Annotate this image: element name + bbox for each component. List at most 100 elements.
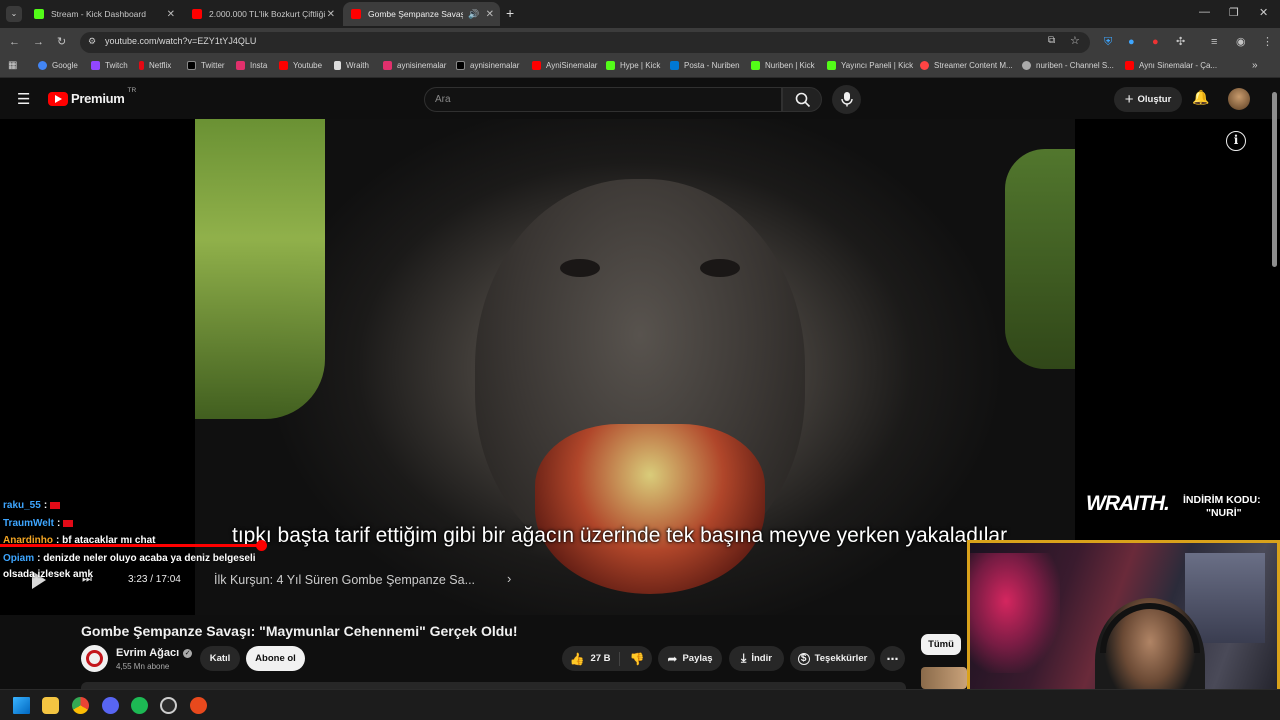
chapter-title[interactable]: İlk Kurşun: 4 Yıl Süren Gombe Şempanze S… <box>214 573 475 587</box>
close-tab-icon[interactable]: ✕ <box>167 9 175 20</box>
windows-start-icon[interactable] <box>13 697 30 714</box>
bookmark-twitch[interactable]: Twitch <box>91 61 128 70</box>
extension-shield-icon[interactable]: ⛨ <box>1104 35 1112 49</box>
youtube-icon <box>532 61 541 70</box>
back-icon[interactable]: ← <box>9 35 20 49</box>
region-code: TR <box>127 87 137 94</box>
bookmark-aynisinemalar-x[interactable]: aynisinemalar <box>456 61 519 70</box>
chat-message: Anardinho: bf atacaklar mı chat <box>3 535 156 546</box>
browser-menu-icon[interactable]: ⋮ <box>1262 35 1273 49</box>
discord-icon[interactable] <box>102 697 119 714</box>
bookmark-ayni-sinemalar-channel[interactable]: Aynı Sinemalar - Ça... <box>1125 61 1217 70</box>
minimize-icon[interactable]: — <box>1199 6 1210 18</box>
youtube-header: ☰ Premium TR Ara + Oluştur 🔔 <box>0 79 1280 119</box>
channel-avatar[interactable] <box>81 645 108 672</box>
more-actions-button[interactable]: ⋯ <box>880 646 905 671</box>
more-bookmarks-icon[interactable]: » <box>1252 60 1258 71</box>
profile-icon[interactable]: ◉ <box>1236 35 1246 49</box>
bookmark-nuriben-channel[interactable]: nuriben - Channel S... <box>1022 61 1114 70</box>
bookmark-star-icon[interactable]: ☆ <box>1070 34 1080 47</box>
chimp-eye-left <box>560 259 600 277</box>
tab-kick-dashboard[interactable]: Stream - Kick Dashboard ✕ <box>26 2 181 26</box>
chat-message: olsada izlesek amk <box>3 569 93 580</box>
reload-icon[interactable]: ↻ <box>57 35 66 49</box>
close-tab-icon[interactable]: ✕ <box>327 9 335 20</box>
chrome-icon[interactable] <box>72 697 89 714</box>
new-tab-button[interactable]: + <box>506 5 514 21</box>
close-tab-icon[interactable]: ✕ <box>486 9 494 20</box>
bookmark-hype-kick[interactable]: Hype | Kick <box>606 61 660 70</box>
search-button[interactable] <box>782 87 822 112</box>
info-icon[interactable]: i <box>1226 131 1246 151</box>
channel-name-row[interactable]: Evrim Ağacı ✓ <box>116 647 193 659</box>
forward-icon[interactable]: → <box>33 35 44 49</box>
chapter-chevron-icon[interactable]: › <box>507 571 511 586</box>
search-placeholder: Ara <box>435 94 451 105</box>
extension-red-icon[interactable]: ● <box>1152 35 1159 49</box>
webcam-neon-light <box>970 553 1060 673</box>
bookmark-twitter[interactable]: Twitter <box>187 61 225 70</box>
subscriber-count: 4,55 Mn abone <box>116 662 170 671</box>
audio-playing-icon[interactable]: 🔊 <box>468 9 479 20</box>
kick-icon <box>606 61 615 70</box>
apps-grid-icon[interactable]: ▦ <box>8 60 17 71</box>
bookmark-nuriben-kick[interactable]: Nuriben | Kick <box>751 61 815 70</box>
bookmark-insta[interactable]: Insta <box>236 61 267 70</box>
app-orange-icon[interactable] <box>190 697 207 714</box>
join-button[interactable]: Katıl <box>200 646 240 671</box>
recommended-thumbnail[interactable] <box>921 667 967 689</box>
site-info-icon[interactable]: ⚙ <box>88 36 96 47</box>
like-button[interactable]: 👍 27 B <box>570 651 620 666</box>
sponsor-code-line2: "NURİ" <box>1206 507 1242 519</box>
restore-icon[interactable]: ❐ <box>1229 6 1239 19</box>
tab-gombe-video[interactable]: Gombe Şempanze Savaşı: " 🔊 ✕ <box>343 2 500 26</box>
youtube-premium-logo[interactable]: Premium TR <box>48 87 136 106</box>
tab-bozkurt-video[interactable]: 2.000.000 TL'lik Bozkurt Çiftliği ✕ <box>184 2 341 26</box>
extensions-puzzle-icon[interactable]: ✣ <box>1176 35 1185 49</box>
extension-circle-icon[interactable]: ● <box>1128 35 1135 49</box>
url-text[interactable]: youtube.com/watch?v=EZY1tYJ4QLU <box>105 36 256 46</box>
account-avatar[interactable] <box>1228 88 1250 110</box>
create-button[interactable]: + Oluştur <box>1114 87 1182 112</box>
bookmark-google[interactable]: Google <box>38 61 78 70</box>
dislike-button[interactable]: 👎 <box>630 652 645 666</box>
bookmark-aynisinemalar-yt[interactable]: AyniSinemalar <box>532 61 597 70</box>
premium-label: Premium <box>71 91 125 106</box>
bookmark-youtube[interactable]: Youtube <box>279 61 322 70</box>
filter-chip-all[interactable]: Tümü <box>921 634 961 655</box>
bookmark-wraith[interactable]: Wraith <box>334 61 369 70</box>
bookmark-posta[interactable]: Posta - Nuriben <box>670 61 740 70</box>
foliage-right <box>1005 149 1075 369</box>
menu-hamburger-icon[interactable]: ☰ <box>17 90 30 108</box>
close-window-icon[interactable]: ✕ <box>1259 6 1268 19</box>
chat-username: Anardinho <box>3 535 53 546</box>
notifications-bell-icon[interactable]: 🔔 <box>1192 89 1209 106</box>
file-explorer-icon[interactable] <box>42 697 59 714</box>
search-input[interactable]: Ara <box>424 87 782 112</box>
bookmark-yayinci-paneli[interactable]: Yayıncı Paneli | Kick <box>827 61 913 70</box>
chat-username: raku_55 <box>3 500 41 511</box>
tab-title: 2.000.000 TL'lik Bozkurt Çiftliği <box>209 9 326 19</box>
channel-name[interactable]: Evrim Ağacı <box>116 647 179 659</box>
sponsor-brand: WRAITH. <box>1086 492 1170 515</box>
bookmark-streamer-content[interactable]: Streamer Content M... <box>920 61 1013 70</box>
chat-username: TraumWelt <box>3 518 54 529</box>
media-control-icon[interactable]: ≡ <box>1211 35 1217 49</box>
voice-search-button[interactable] <box>832 85 861 114</box>
spotify-icon[interactable] <box>131 697 148 714</box>
address-bar[interactable]: ⚙ youtube.com/watch?v=EZY1tYJ4QLU ⧉ ☆ <box>80 32 1090 53</box>
share-button[interactable]: ➦ Paylaş <box>658 646 722 671</box>
share-icon: ➦ <box>667 651 678 666</box>
more-horizontal-icon: ⋯ <box>886 651 899 666</box>
download-button[interactable]: ⤓ İndir <box>729 646 784 671</box>
bookmark-aynisinemalar-insta[interactable]: aynisinemalar <box>383 61 446 70</box>
progress-scrubber-handle[interactable] <box>256 540 267 551</box>
tab-search-button[interactable]: ⌄ <box>6 6 22 22</box>
windows-taskbar <box>0 689 1280 720</box>
bookmark-netflix[interactable]: Netflix <box>139 61 171 70</box>
obs-icon[interactable] <box>160 697 177 714</box>
page-scrollbar[interactable] <box>1272 92 1277 267</box>
thanks-button[interactable]: $ Teşekkürler <box>790 646 875 671</box>
cast-icon[interactable]: ⧉ <box>1048 35 1055 46</box>
subscribe-button[interactable]: Abone ol <box>246 646 305 671</box>
